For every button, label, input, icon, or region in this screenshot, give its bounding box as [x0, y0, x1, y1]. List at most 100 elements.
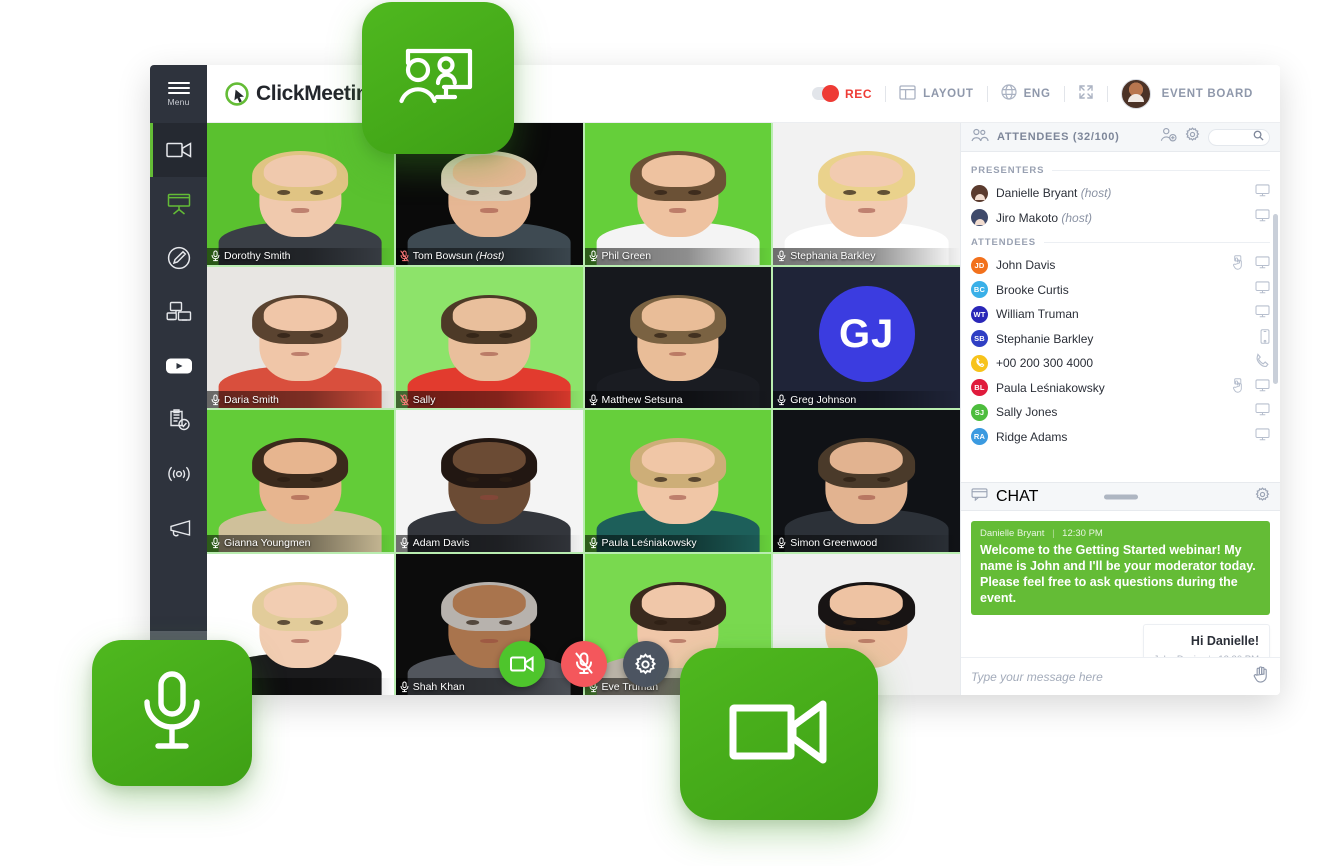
globe-icon [1000, 84, 1017, 103]
sidebar-item-broadcast[interactable] [150, 447, 207, 501]
add-person-icon[interactable] [1160, 127, 1177, 147]
attendee-row[interactable]: RA Ridge Adams [971, 425, 1270, 450]
participant-figure [596, 140, 760, 265]
raised-hand-icon[interactable] [1253, 665, 1270, 688]
attendee-row[interactable]: +00 200 300 4000 [971, 351, 1270, 376]
phone-avatar-icon [971, 354, 988, 372]
attendees-section-label: PRESENTERS [971, 165, 1045, 176]
right-panel: ATTENDEES (32/100) PRESENTERS Danielle B… [960, 123, 1280, 695]
avatar [971, 184, 988, 202]
attendee-status-icons [1231, 378, 1270, 398]
video-tile[interactable]: Adam Davis [395, 410, 583, 552]
participant-figure [218, 283, 382, 408]
video-tile[interactable]: Paula Leśniakowsky [584, 410, 772, 552]
sidebar-item-whiteboard[interactable] [150, 231, 207, 285]
section-divider [1043, 242, 1270, 243]
attendees-panel-header: ATTENDEES (32/100) [961, 123, 1280, 152]
mobile-icon [1260, 328, 1270, 349]
attendee-row[interactable]: Jiro Makoto (host) [971, 206, 1270, 231]
attendees-list[interactable]: PRESENTERS Danielle Bryant (host) Jiro Ma… [961, 152, 1280, 482]
settings-button[interactable] [622, 641, 669, 687]
video-tile[interactable]: Simon Greenwood [773, 410, 960, 552]
attendee-status-icons [1255, 184, 1270, 202]
chat-panel-header: CHAT [961, 482, 1280, 511]
camera-toggle-button[interactable] [498, 641, 545, 687]
record-toggle-button[interactable]: REC [799, 78, 885, 110]
attendee-name: John Davis [996, 258, 1056, 273]
gear-icon[interactable] [1255, 486, 1270, 507]
attendee-row[interactable]: BL Paula Leśniakowsky [971, 376, 1270, 401]
chat-input-row[interactable]: Type your message here [961, 657, 1280, 695]
video-tile-namebar: Gianna Youngmen [207, 534, 394, 552]
desktop-icon [1255, 428, 1270, 446]
video-tile[interactable]: GJ Greg Johnson [773, 266, 960, 408]
video-tile[interactable]: Stephania Barkley [773, 123, 960, 265]
chat-messages: Danielle Bryant | 12:30 PM Welcome to th… [961, 511, 1280, 657]
language-button[interactable]: ENG [988, 78, 1064, 110]
video-tile[interactable]: Dorothy Smith [207, 123, 394, 265]
raised-hand-icon[interactable] [1231, 255, 1245, 275]
video-tile-namebar: Sally [395, 391, 583, 408]
chat-message-outgoing: Hi Danielle! John Davis | 12:30 PM [1142, 624, 1270, 657]
video-tile-name: Sally [412, 393, 436, 406]
sidebar-item-call-to-action[interactable] [150, 501, 207, 555]
video-tile-namebar: Adam Davis [395, 534, 583, 552]
avatar [1120, 78, 1151, 109]
sidebar-item-tests[interactable] [150, 393, 207, 447]
chat-message-author: John Davis [1154, 654, 1201, 657]
video-tile[interactable]: Gianna Youngmen [207, 410, 394, 552]
attendee-row[interactable]: SB Stephanie Barkley [971, 327, 1270, 352]
layout-button[interactable]: LAYOUT [886, 78, 986, 110]
microphone-toggle-button[interactable] [560, 641, 607, 687]
sidebar-item-presentation[interactable] [150, 177, 207, 231]
gear-icon[interactable] [1185, 127, 1200, 147]
sidebar-menu-button[interactable]: Menu [150, 65, 207, 123]
attendee-name: Sally Jones [996, 405, 1058, 420]
search-input[interactable] [1208, 128, 1270, 146]
sidebar-item-youtube[interactable] [150, 339, 207, 393]
event-board-button[interactable]: EVENT BOARD [1108, 78, 1266, 110]
layout-label: LAYOUT [923, 87, 974, 100]
meta-separator: | [1052, 528, 1055, 539]
attendees-section-label: ATTENDEES [971, 237, 1036, 248]
language-label: ENG [1023, 87, 1051, 100]
attendees-section-header: ATTENDEES [971, 237, 1270, 248]
presenter-badge [362, 2, 514, 154]
microphone-icon [139, 670, 205, 757]
video-tile[interactable]: Daria Smith [207, 266, 394, 408]
attendee-row[interactable]: WT William Truman [971, 302, 1270, 327]
video-tile[interactable]: Sally [395, 266, 583, 408]
fullscreen-button[interactable] [1065, 78, 1107, 110]
avatar-initials: SJ [971, 403, 988, 421]
meta-separator: | [1208, 654, 1210, 657]
video-tile-namebar: Phil Green [584, 247, 772, 265]
avatar-initials: JD [971, 256, 988, 274]
avatar-initials: BL [971, 379, 988, 397]
attendee-row[interactable]: JD John Davis [971, 253, 1270, 278]
attendee-row[interactable]: Danielle Bryant (host) [971, 181, 1270, 206]
left-sidebar: Menu [150, 65, 207, 695]
attendees-scrollbar[interactable] [1273, 214, 1278, 384]
attendee-name: Brooke Curtis [996, 282, 1069, 297]
sidebar-item-webcam[interactable] [150, 123, 207, 177]
participant-figure [407, 283, 571, 408]
attendee-status-icons [1254, 352, 1270, 374]
app-body: Dorothy Smith Tom Bowsun (Host) Phil Gre… [207, 123, 1280, 695]
people-group-icon [971, 128, 989, 147]
desktop-icon [1255, 256, 1270, 274]
attendee-row[interactable]: SJ Sally Jones [971, 400, 1270, 425]
video-tile[interactable]: Matthew Setsuna [584, 266, 772, 408]
attendee-status-icons [1255, 403, 1270, 421]
screen-share-icon [166, 301, 192, 323]
chat-bubble-icon [971, 487, 988, 506]
record-label: REC [845, 86, 873, 101]
raised-hand-icon[interactable] [1231, 378, 1245, 398]
chat-resize-handle[interactable] [1103, 494, 1138, 499]
attendee-row[interactable]: BC Brooke Curtis [971, 278, 1270, 303]
presentation-screen-icon [167, 193, 191, 215]
video-tile[interactable]: Phil Green [584, 123, 772, 265]
sidebar-item-screen-share[interactable] [150, 285, 207, 339]
video-tile-namebar: Stephania Barkley [773, 247, 960, 265]
avatar-initials: GJ [818, 286, 915, 383]
video-tile-name: Paula Leśniakowsky [601, 537, 697, 549]
